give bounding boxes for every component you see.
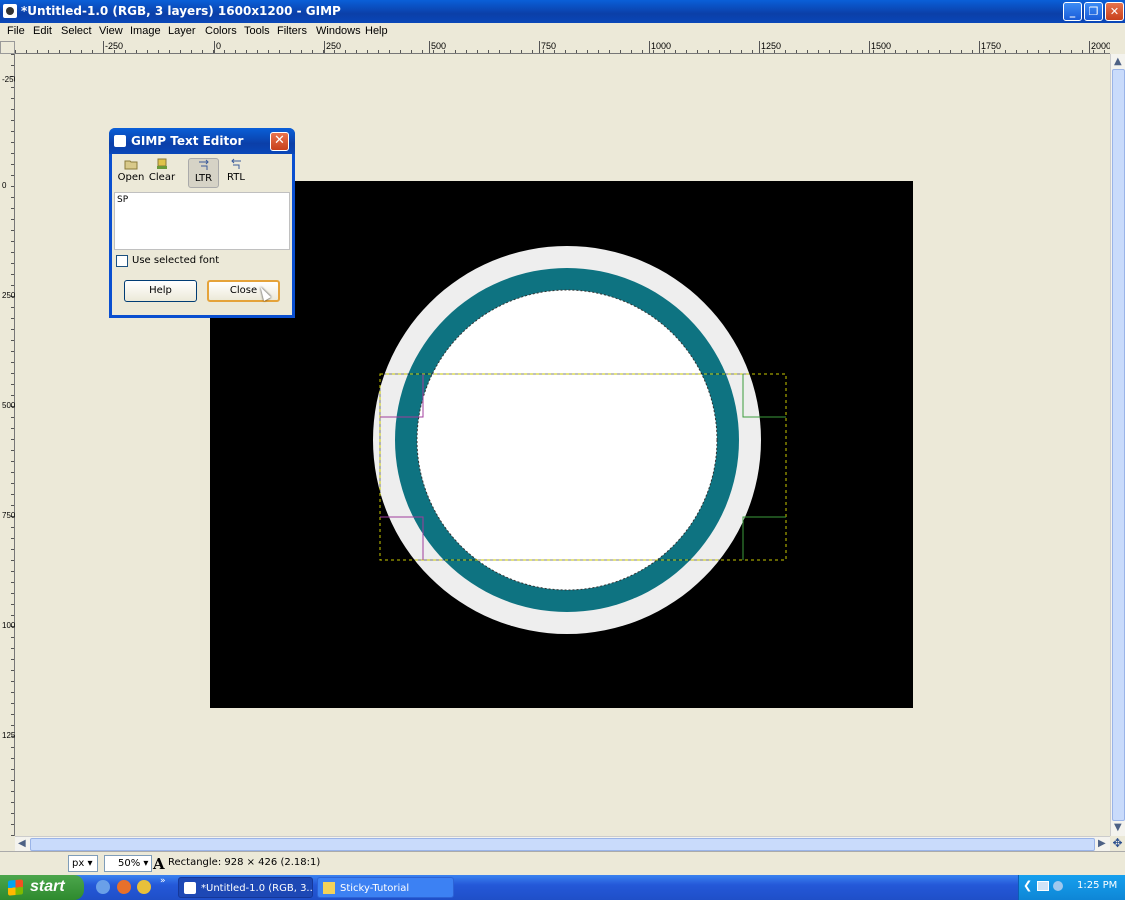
start-label: start (30, 878, 65, 895)
gimp-dialog-icon (114, 135, 126, 147)
ruler-label: 2000 (1091, 41, 1110, 51)
open-button[interactable]: Open (117, 158, 145, 188)
task-label: Sticky-Tutorial (340, 883, 410, 894)
white-circle (417, 290, 717, 590)
ruler-label: 500 (431, 41, 447, 51)
clock[interactable]: 1:25 PM (1077, 880, 1117, 891)
ruler-label: 1000 (2, 621, 20, 630)
menu-filters[interactable]: Filters (277, 25, 307, 37)
clear-button[interactable]: Clear (148, 158, 176, 188)
task-label: *Untitled-1.0 (RGB, 3... (201, 883, 313, 894)
open-label: Open (117, 172, 145, 183)
ie-quicklaunch-icon[interactable] (96, 880, 110, 894)
ruler-label: 750 (2, 511, 16, 520)
vertical-ruler[interactable]: -250 0 250 500 750 1000 1250 (0, 54, 20, 836)
windows-flag-icon (8, 879, 23, 896)
menu-windows[interactable]: Windows (316, 25, 361, 37)
menu-select[interactable]: Select (61, 25, 92, 37)
menu-file[interactable]: File (7, 25, 25, 37)
ltr-icon (198, 159, 209, 170)
minimize-button[interactable]: _ (1063, 2, 1082, 21)
use-selected-font-checkbox[interactable] (116, 255, 128, 267)
ruler-label: 0 (2, 181, 7, 190)
menu-edit[interactable]: Edit (33, 25, 52, 37)
media-quicklaunch-icon[interactable] (137, 880, 151, 894)
clear-icon (157, 158, 167, 169)
volume-icon[interactable] (1053, 881, 1063, 891)
menu-view[interactable]: View (99, 25, 123, 37)
ruler-label: 500 (2, 401, 16, 410)
use-selected-font-label: Use selected font (132, 255, 220, 266)
folder-task-icon (323, 882, 335, 894)
menu-tools[interactable]: Tools (244, 25, 270, 37)
ruler-label: 1500 (871, 41, 892, 51)
menu-layer[interactable]: Layer (168, 25, 196, 37)
horizontal-scroll-thumb[interactable] (30, 838, 1095, 851)
tray-expand-icon[interactable]: ❮ (1023, 879, 1032, 892)
menu-help[interactable]: Help (365, 25, 388, 37)
close-button[interactable]: ✕ (1105, 2, 1124, 21)
gimp-task-icon (184, 882, 196, 894)
rtl-label: RTL (227, 172, 245, 183)
windows-taskbar: start » *Untitled-1.0 (RGB, 3... Sticky-… (0, 875, 1125, 900)
clear-label: Clear (148, 172, 176, 183)
menu-colors[interactable]: Colors (205, 25, 237, 37)
menu-bar: File Edit Select View Image Layer Colors… (0, 23, 1125, 41)
dialog-title-bar[interactable]: GIMP Text Editor ✕ (109, 128, 295, 154)
ruler-label: 0 (216, 41, 222, 51)
window-title-bar[interactable]: *Untitled-1.0 (RGB, 3 layers) 1600x1200 … (0, 0, 1125, 23)
help-button[interactable]: Help (124, 280, 197, 302)
ruler-label: 250 (326, 41, 342, 51)
vertical-scrollbar[interactable]: ▲ ▼ (1110, 54, 1125, 836)
unit-select[interactable]: px ▾ (68, 855, 98, 872)
close-dialog-button[interactable]: Close (207, 280, 280, 302)
rtl-icon (231, 158, 241, 169)
folder-icon (124, 160, 138, 170)
dialog-close-button[interactable]: ✕ (270, 132, 289, 151)
ruler-corner-button[interactable] (0, 41, 15, 54)
status-message: Rectangle: 928 × 426 (2.18:1) (168, 857, 321, 868)
firefox-quicklaunch-icon[interactable] (117, 880, 131, 894)
ruler-label: -250 (105, 41, 124, 51)
start-button[interactable]: start (0, 875, 84, 900)
navigate-icon[interactable]: ✥ (1110, 836, 1125, 851)
ruler-label: 1750 (981, 41, 1002, 51)
status-bar: px ▾ 50% ▾ A Rectangle: 928 × 426 (2.18:… (0, 851, 1125, 875)
window-title: *Untitled-1.0 (RGB, 3 layers) 1600x1200 … (21, 4, 341, 18)
horizontal-scrollbar[interactable]: ◀ ▶ (15, 836, 1110, 851)
ruler-label: 1250 (761, 41, 782, 51)
taskbar-sticky-tutorial[interactable]: Sticky-Tutorial (317, 877, 454, 898)
scroll-up-icon[interactable]: ▲ (1114, 56, 1122, 67)
quicklaunch-overflow-icon[interactable]: » (160, 876, 166, 886)
ruler-label: 750 (541, 41, 557, 51)
text-tool-icon: A (153, 855, 165, 873)
scroll-left-icon[interactable]: ◀ (18, 838, 26, 849)
system-tray: ❮ 1:25 PM (1018, 875, 1125, 900)
rtl-toggle[interactable]: RTL (222, 158, 250, 188)
menu-image[interactable]: Image (130, 25, 161, 37)
maximize-button[interactable]: ❐ (1084, 2, 1103, 21)
scroll-right-icon[interactable]: ▶ (1098, 838, 1106, 849)
text-input-area[interactable]: SP (114, 192, 290, 250)
image-artwork (210, 181, 913, 708)
ruler-label: 250 (2, 291, 16, 300)
zoom-select[interactable]: 50% ▾ (104, 855, 152, 872)
taskbar-gimp-window[interactable]: *Untitled-1.0 (RGB, 3... (178, 877, 313, 898)
scroll-down-icon[interactable]: ▼ (1114, 822, 1122, 833)
image-canvas[interactable] (210, 181, 913, 708)
gimp-app-icon (3, 4, 17, 18)
ruler-label: 1250 (2, 731, 20, 740)
ltr-label: LTR (194, 173, 213, 184)
vertical-scroll-thumb[interactable] (1112, 69, 1125, 821)
ruler-label: 1000 (651, 41, 672, 51)
dialog-title: GIMP Text Editor (131, 134, 244, 148)
ltr-toggle[interactable]: LTR (188, 158, 219, 188)
network-icon[interactable] (1037, 881, 1049, 891)
ruler-label: -250 (2, 75, 19, 84)
horizontal-ruler[interactable]: -250 0 250 500 750 1000 1250 1500 1750 2… (15, 41, 1110, 54)
